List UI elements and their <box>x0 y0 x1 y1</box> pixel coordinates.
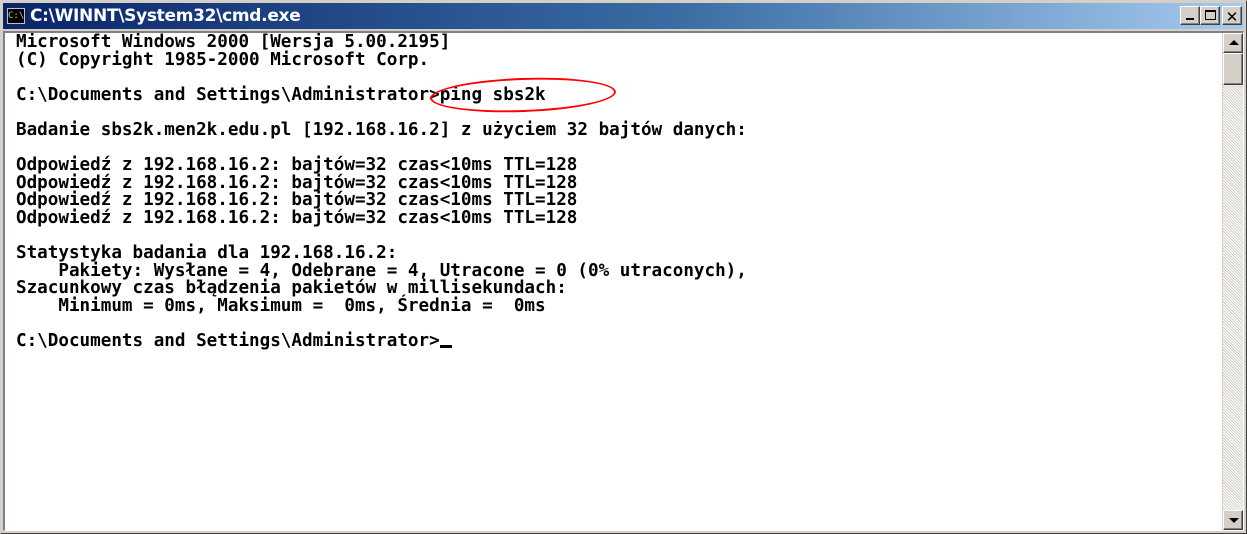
arrow-down-icon <box>1229 518 1239 523</box>
text-cursor <box>439 345 452 349</box>
title-bar[interactable]: C:\ C:\WINNT\System32\cmd.exe ✕ <box>3 3 1244 29</box>
window-title: C:\WINNT\System32\cmd.exe <box>30 6 301 26</box>
minimize-icon <box>1186 18 1194 20</box>
scroll-down-button[interactable] <box>1223 510 1243 530</box>
console-output[interactable]: Microsoft Windows 2000 [Wersja 5.00.2195… <box>5 33 1222 530</box>
close-icon: ✕ <box>1225 8 1239 26</box>
cmd-icon[interactable]: C:\ <box>7 8 25 24</box>
window-controls: ✕ <box>1180 6 1242 26</box>
console-frame: Microsoft Windows 2000 [Wersja 5.00.2195… <box>3 31 1244 531</box>
arrow-up-icon <box>1229 40 1239 45</box>
maximize-icon <box>1205 10 1216 20</box>
prompt-line[interactable]: C:\Documents and Settings\Administrator> <box>16 331 1222 352</box>
vertical-scrollbar[interactable] <box>1222 33 1243 530</box>
close-button[interactable]: ✕ <box>1222 6 1242 26</box>
command-text: ping sbs2k <box>439 84 546 105</box>
scrollbar-thumb[interactable] <box>1223 53 1243 85</box>
console-line: (C) Copyright 1985-2000 Microsoft Corp. <box>16 49 430 70</box>
ping-reply-line: Odpowiedź z 192.168.16.2: bajtów=32 czas… <box>16 207 578 228</box>
maximize-button[interactable] <box>1200 6 1220 25</box>
command-prompt: C:\Documents and Settings\Administrator> <box>16 84 440 105</box>
minimize-button[interactable] <box>1180 6 1200 25</box>
command-line: C:\Documents and Settings\Administrator>… <box>16 74 1222 116</box>
cmd-window: C:\ C:\WINNT\System32\cmd.exe ✕ Microsof… <box>0 0 1247 534</box>
highlighted-command: ping sbs2k <box>429 74 617 116</box>
console-line: Badanie sbs2k.men2k.edu.pl [192.168.16.2… <box>16 119 747 140</box>
scroll-up-button[interactable] <box>1223 33 1243 53</box>
final-prompt: C:\Documents and Settings\Administrator> <box>16 331 440 352</box>
console-line: Microsoft Windows 2000 [Wersja 5.00.2195… <box>16 33 451 52</box>
stats-rtt-line: Minimum = 0ms, Maksimum = 0ms, Średnia =… <box>16 295 546 316</box>
